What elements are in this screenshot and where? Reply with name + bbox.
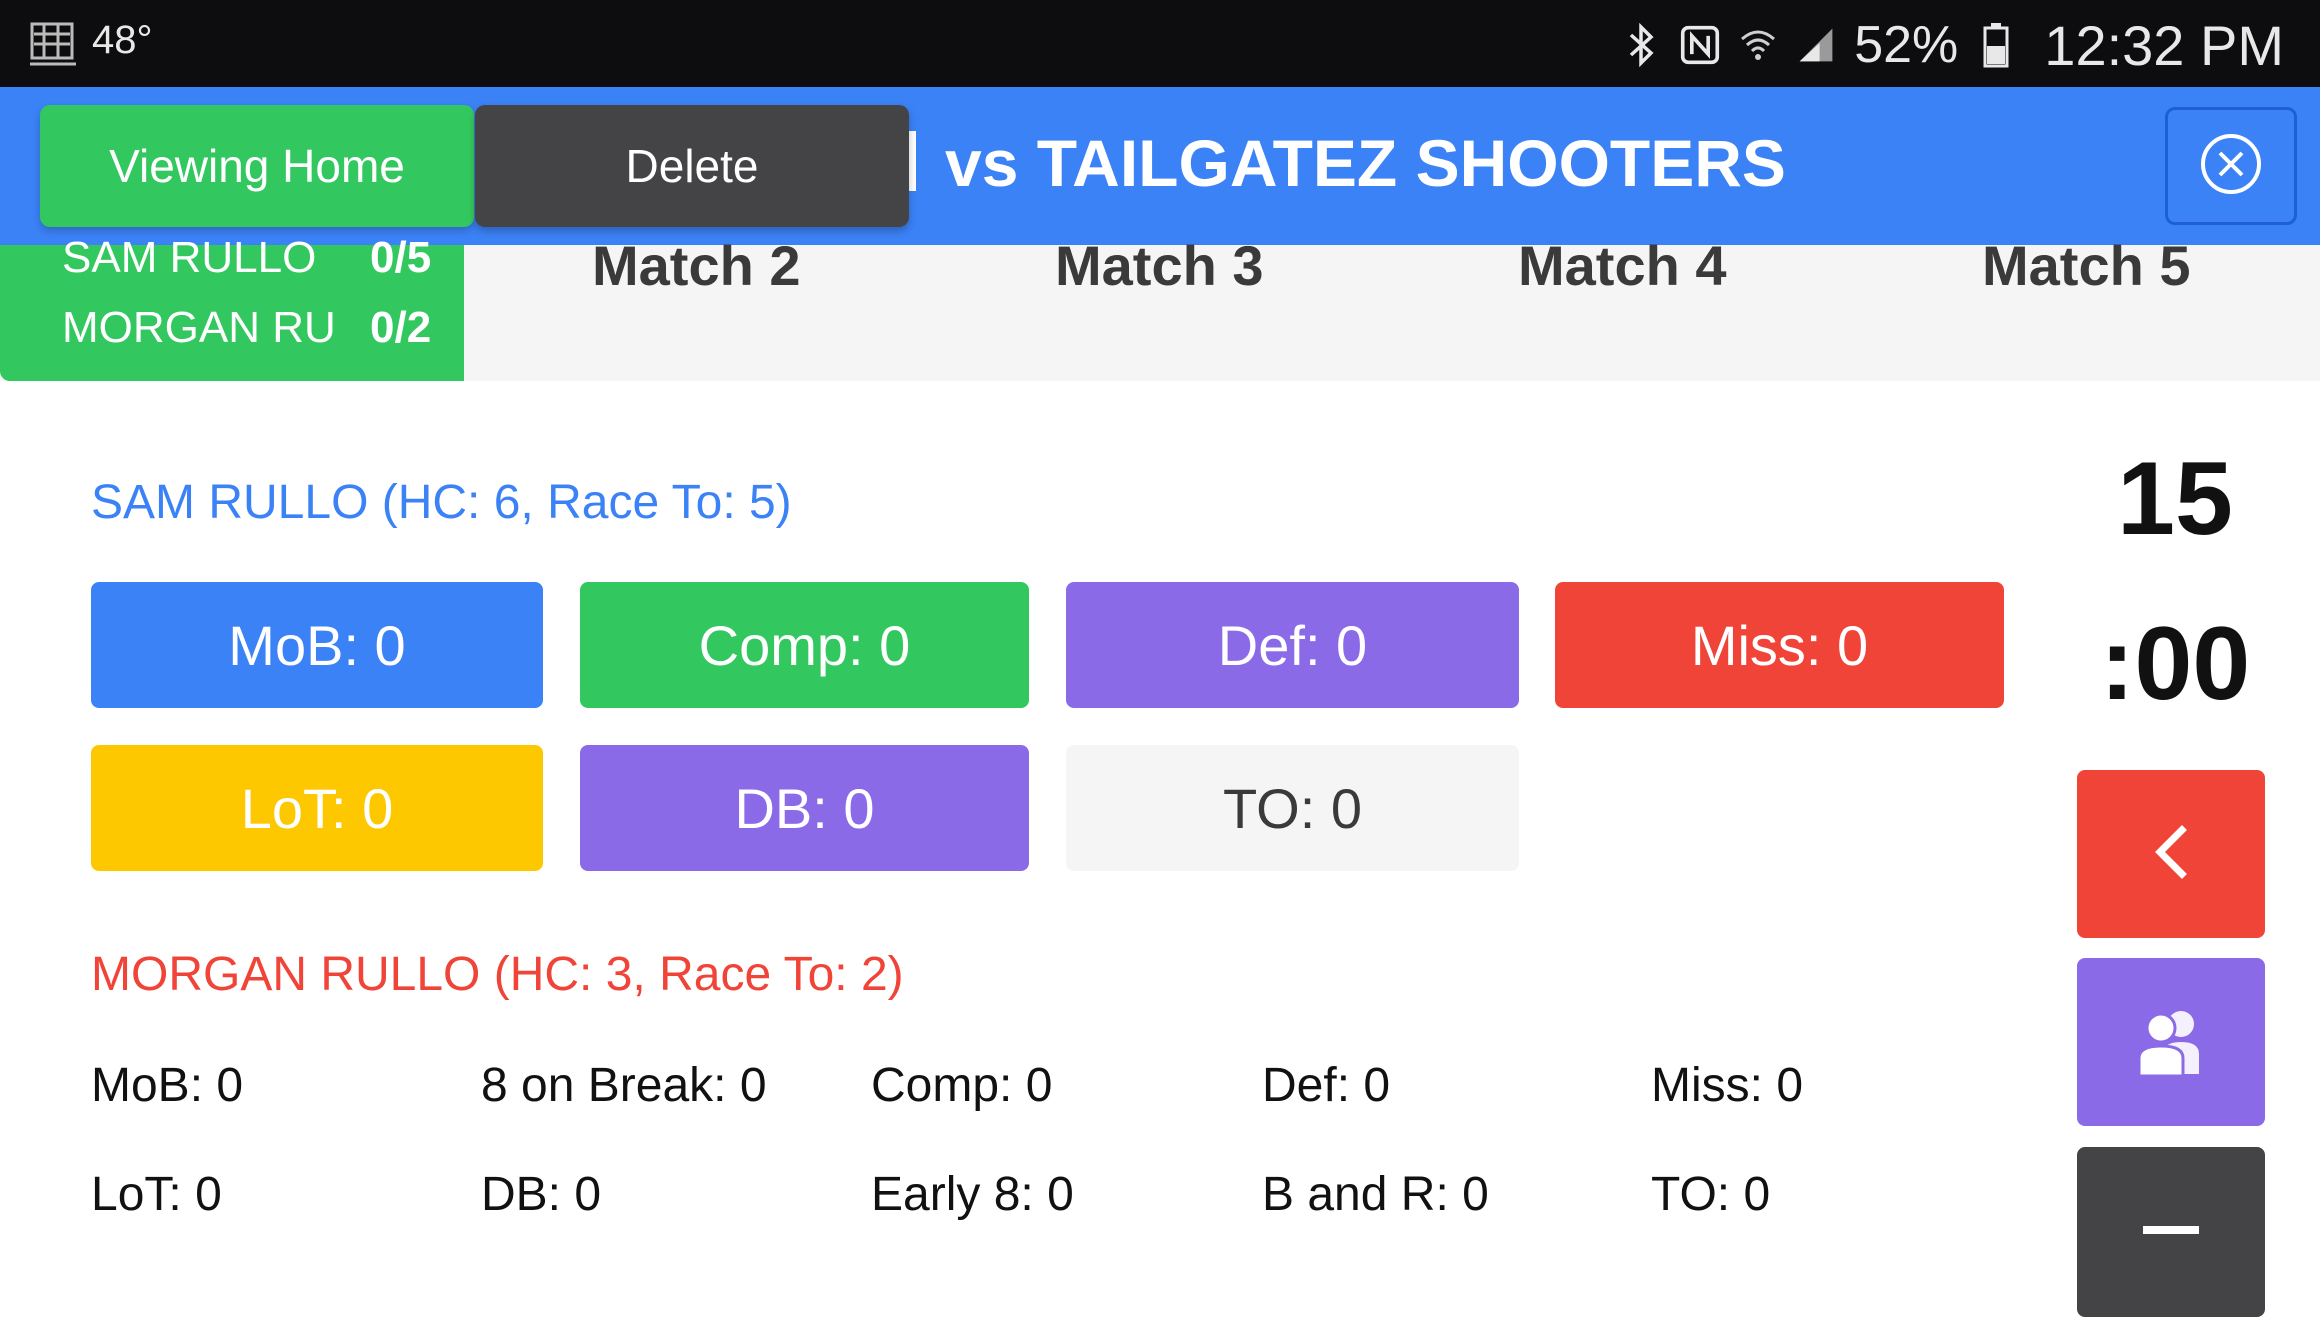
p2-b-and-r-stat: B and R: 0 [1262,1168,1489,1221]
match-title: vs TAILGATEZ SHOOTERS [945,126,1786,200]
timer-minutes: 15 [2117,441,2233,557]
tab-match-3[interactable]: Match 3 [1055,233,1264,298]
tab-match-4[interactable]: Match 4 [1518,233,1727,298]
match-tabs: SAM RULLO 0/5 MORGAN RU 0/2 Match 2 Matc… [0,233,2320,381]
close-button[interactable] [2165,107,2297,225]
players-button[interactable] [2077,958,2265,1126]
chevron-left-icon [2146,822,2196,887]
tab-match-1[interactable]: SAM RULLO 0/5 MORGAN RU 0/2 [0,233,464,381]
back-button[interactable] [2077,770,2265,938]
p1-to-button[interactable]: TO: 0 [1066,745,1519,871]
p1-def-button[interactable]: Def: 0 [1066,582,1519,708]
p2-db-stat: DB: 0 [481,1168,602,1221]
temperature-text: 48° [92,18,153,62]
p2-early-8-stat: Early 8: 0 [871,1168,1074,1221]
tab-match-2[interactable]: Match 2 [592,233,801,298]
nfc-icon [1680,22,1720,68]
p2-comp-stat: Comp: 0 [871,1059,1053,1112]
tab-player1-score: 0/5 [370,233,432,282]
p2-miss-stat: Miss: 0 [1651,1059,1804,1112]
tab-player1-name: SAM RULLO [62,233,317,282]
p2-def-stat: Def: 0 [1262,1059,1391,1112]
app-header: vs TAILGATEZ SHOOTERS Viewing Home Delet… [0,87,2320,245]
bluetooth-icon [1622,22,1662,68]
weather-icon [30,20,78,68]
player1-heading: SAM RULLO (HC: 6, Race To: 5) [91,476,792,529]
tab-player2-name: MORGAN RU [62,303,336,352]
battery-percent: 52% [1854,16,1959,74]
minus-button[interactable] [2077,1147,2265,1317]
tab-player2-score: 0/2 [370,303,432,352]
p2-8-on-break-stat: 8 on Break: 0 [481,1059,767,1112]
tab-match-5[interactable]: Match 5 [1982,233,2191,298]
p2-to-stat: TO: 0 [1651,1168,1771,1221]
status-bar: 48° 52% 12:32 PM [0,0,2320,87]
p2-lot-stat: LoT: 0 [91,1168,222,1221]
clock-time: 12:32 PM [2044,13,2284,77]
p1-mob-button[interactable]: MoB: 0 [91,582,543,708]
delete-button[interactable]: Delete [475,105,909,227]
signal-icon [1796,22,1836,68]
minus-icon [2141,1220,2201,1245]
viewing-home-button[interactable]: Viewing Home [40,105,474,227]
users-icon [2129,1004,2213,1081]
p1-comp-button[interactable]: Comp: 0 [580,582,1029,708]
player2-heading: MORGAN RULLO (HC: 3, Race To: 2) [91,948,904,1001]
p1-db-button[interactable]: DB: 0 [580,745,1029,871]
p1-miss-button[interactable]: Miss: 0 [1555,582,2004,708]
p2-mob-stat: MoB: 0 [91,1059,244,1112]
timer-seconds: :00 [2099,606,2251,722]
wifi-icon [1738,22,1778,68]
battery-icon [1976,22,2016,68]
p1-lot-button[interactable]: LoT: 0 [91,745,543,871]
close-circle-icon [2199,132,2263,201]
